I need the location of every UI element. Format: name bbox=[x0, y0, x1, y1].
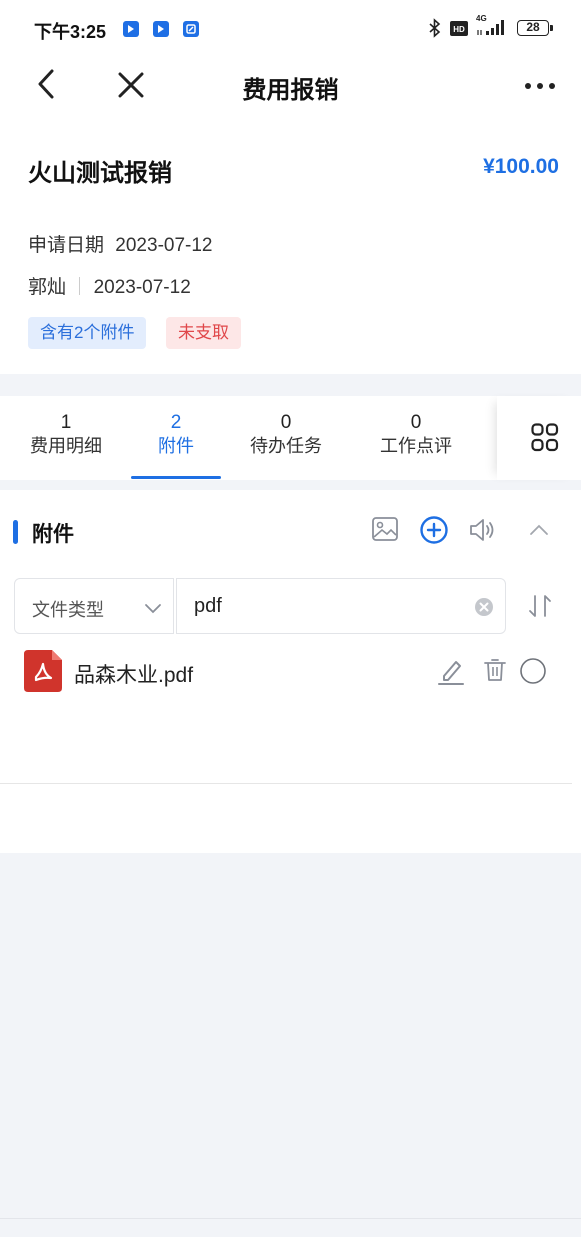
grid-icon bbox=[531, 423, 559, 452]
apply-date-value: 2023-07-12 bbox=[115, 235, 213, 256]
add-audio-button[interactable] bbox=[468, 516, 498, 549]
apply-date-label: 申请日期 bbox=[28, 235, 105, 256]
applicant-name: 郭灿 bbox=[28, 277, 67, 298]
hd-icon: HD bbox=[450, 21, 468, 41]
tab-count: 0 bbox=[280, 412, 292, 433]
page-title: 费用报销 bbox=[242, 77, 339, 104]
file-type-select-value: 文件类型 bbox=[32, 600, 104, 620]
speaker-icon bbox=[470, 519, 494, 541]
svg-text:HD: HD bbox=[453, 25, 465, 34]
clear-icon bbox=[475, 598, 493, 616]
delete-button[interactable] bbox=[482, 656, 508, 689]
collapse-section-button[interactable] bbox=[529, 523, 549, 542]
plus-circle-icon bbox=[420, 516, 448, 544]
battery-tip bbox=[550, 25, 553, 31]
tab-label: 工作点评 bbox=[380, 436, 452, 456]
chevron-down-icon bbox=[144, 601, 162, 619]
record-title: 火山测试报销 bbox=[28, 160, 172, 187]
search-input[interactable] bbox=[194, 592, 464, 620]
file-name[interactable]: 品森木业.pdf bbox=[74, 659, 193, 689]
applicant-row: 郭灿 2023-07-12 bbox=[28, 272, 191, 299]
battery-icon: 28 bbox=[517, 20, 549, 36]
signal-icon bbox=[476, 18, 510, 43]
apply-date-row: 申请日期 2023-07-12 bbox=[28, 230, 213, 257]
tab-count: 2 bbox=[170, 412, 182, 433]
tab-work-comments[interactable]: 0 工作点评 bbox=[356, 412, 476, 458]
add-image-button[interactable] bbox=[371, 516, 399, 547]
status-badge: 未支取 bbox=[166, 317, 241, 349]
tab-count: 0 bbox=[410, 412, 422, 433]
clear-search-button[interactable] bbox=[474, 597, 494, 622]
divider bbox=[0, 783, 572, 784]
meta-divider bbox=[79, 277, 81, 295]
tab-grid-button[interactable] bbox=[497, 396, 581, 480]
tab-label: 待办任务 bbox=[250, 436, 322, 456]
more-icon bbox=[525, 83, 555, 89]
tab-count: 1 bbox=[60, 412, 72, 433]
edit-button[interactable] bbox=[436, 656, 466, 691]
bluetooth-icon bbox=[428, 18, 442, 43]
add-attachment-button[interactable] bbox=[419, 515, 449, 550]
tab-expense-details[interactable]: 1 费用明细 bbox=[6, 412, 126, 458]
section-title: 附件 bbox=[32, 523, 74, 546]
sort-button[interactable] bbox=[527, 592, 553, 625]
section-accent-bar bbox=[13, 520, 18, 544]
tab-attachments[interactable]: 2 附件 bbox=[116, 412, 236, 458]
app-notification-icon bbox=[153, 21, 169, 37]
status-time: 下午3:25 bbox=[34, 22, 107, 42]
tab-todo-tasks[interactable]: 0 待办任务 bbox=[226, 412, 346, 458]
pencil-icon bbox=[438, 661, 464, 685]
sort-icon bbox=[529, 595, 551, 617]
app-notification-icon bbox=[123, 21, 139, 37]
more-button[interactable] bbox=[524, 78, 556, 96]
app-notification-icon bbox=[183, 21, 199, 37]
chevron-up-icon bbox=[530, 524, 548, 535]
trash-icon bbox=[484, 659, 506, 681]
circle-icon bbox=[520, 658, 546, 684]
image-icon bbox=[372, 517, 398, 541]
tab-label: 费用明细 bbox=[30, 436, 102, 456]
select-checkbox[interactable] bbox=[519, 657, 547, 690]
attachment-count-tag: 含有2个附件 bbox=[28, 317, 147, 349]
bottom-divider bbox=[0, 1218, 581, 1219]
pdf-file-icon bbox=[24, 650, 62, 697]
active-tab-indicator bbox=[131, 476, 221, 479]
applicant-date: 2023-07-12 bbox=[93, 277, 191, 298]
record-amount: ¥100.00 bbox=[483, 155, 559, 178]
tab-label: 附件 bbox=[158, 436, 194, 456]
